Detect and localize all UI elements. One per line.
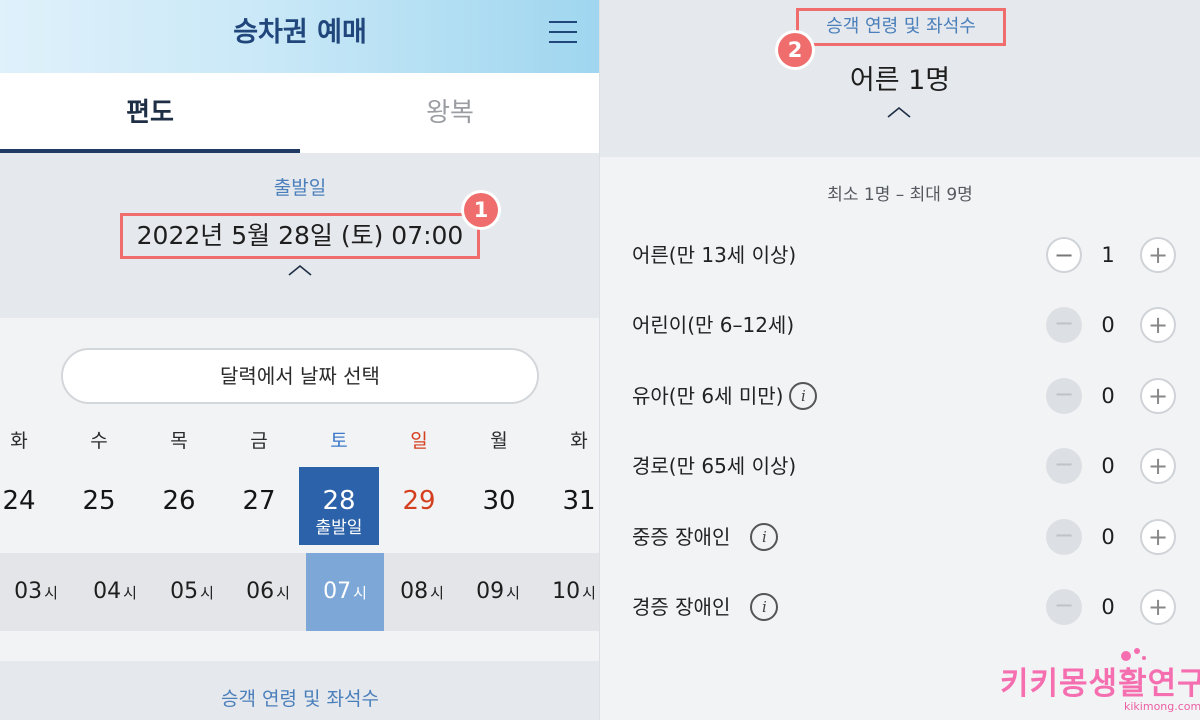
decrement-button[interactable]: − bbox=[1046, 237, 1082, 273]
passenger-type-child: 어린이(만 6–12세) bbox=[632, 313, 795, 337]
passenger-summary: 어른 1명 bbox=[849, 65, 951, 96]
passenger-count: 0 bbox=[1101, 384, 1115, 408]
hour-option[interactable]: 03 시 bbox=[0, 553, 75, 631]
page-title: 승차권 예매 bbox=[233, 17, 367, 48]
tab-one-way[interactable]: 편도 bbox=[0, 73, 300, 153]
decrement-button-disabled[interactable]: − bbox=[1046, 307, 1082, 343]
increment-button[interactable]: + bbox=[1140, 307, 1176, 343]
passenger-count: 0 bbox=[1101, 525, 1115, 549]
calendar-day-sunday[interactable]: 29 bbox=[379, 486, 459, 516]
passenger-type-infant: 유아(만 6세 미만) i bbox=[632, 376, 818, 416]
weekday-label: 화 bbox=[10, 430, 28, 452]
decrement-button-disabled[interactable]: − bbox=[1046, 448, 1082, 484]
departure-day-tag: 출발일 bbox=[315, 518, 363, 538]
chevron-up-icon[interactable] bbox=[887, 106, 911, 118]
increment-button[interactable]: + bbox=[1140, 378, 1176, 414]
increment-button[interactable]: + bbox=[1140, 519, 1176, 555]
increment-button[interactable]: + bbox=[1140, 589, 1176, 625]
weekday-label: 목 bbox=[170, 430, 188, 452]
hour-option[interactable]: 08 시 bbox=[383, 553, 461, 631]
departure-datetime[interactable]: 2022년 5월 28일 (토) 07:00 bbox=[120, 213, 480, 259]
weekday-label: 화 bbox=[570, 430, 588, 452]
chevron-up-icon[interactable] bbox=[288, 264, 312, 276]
weekday-label: 수 bbox=[90, 430, 108, 452]
watermark-text: 키키몽생활연구소 bbox=[1000, 666, 1200, 702]
passenger-panel: 승객 연령 및 좌석수 2 어른 1명 최소 1명 – 최대 9명 어른(만 1… bbox=[600, 0, 1200, 720]
passenger-count: 0 bbox=[1101, 454, 1115, 478]
decrement-button-disabled[interactable]: − bbox=[1046, 589, 1082, 625]
passenger-section-label[interactable]: 승객 연령 및 좌석수 bbox=[0, 684, 600, 711]
passenger-type-senior: 경로(만 65세 이상) bbox=[632, 454, 797, 478]
hour-option[interactable]: 06 시 bbox=[229, 553, 307, 631]
increment-button[interactable]: + bbox=[1140, 448, 1176, 484]
trip-type-tabs: 편도 왕복 bbox=[0, 73, 600, 153]
weekday-label: 금 bbox=[250, 430, 268, 452]
calendar-day[interactable]: 31 bbox=[539, 486, 600, 516]
passenger-count: 0 bbox=[1101, 313, 1115, 337]
calendar-day[interactable]: 27 bbox=[219, 486, 299, 516]
calendar-day[interactable]: 26 bbox=[139, 486, 219, 516]
decrement-button-disabled[interactable]: − bbox=[1046, 378, 1082, 414]
hour-option[interactable]: 04 시 bbox=[76, 553, 154, 631]
watermark-url: kikimong.com bbox=[1124, 700, 1200, 713]
increment-button[interactable]: + bbox=[1140, 237, 1176, 273]
booking-panel: 승차권 예매 편도 왕복 출발일 2022년 5월 28일 (토) 07:00 … bbox=[0, 0, 600, 720]
passenger-type-adult: 어른(만 13세 이상) bbox=[632, 243, 797, 267]
info-icon[interactable]: i bbox=[750, 592, 779, 621]
hour-option[interactable]: 09 시 bbox=[459, 553, 537, 631]
tab-round-trip[interactable]: 왕복 bbox=[300, 73, 600, 153]
calendar-day[interactable]: 25 bbox=[59, 486, 139, 516]
calendar-day[interactable]: 30 bbox=[459, 486, 539, 516]
passenger-range-note: 최소 1명 – 최대 9명 bbox=[827, 185, 973, 205]
passenger-type-mild-disability: 경증 장애인 i bbox=[632, 587, 779, 627]
header-bar: 승차권 예매 bbox=[0, 0, 600, 73]
decrement-button-disabled[interactable]: − bbox=[1046, 519, 1082, 555]
weekday-label-saturday: 토 bbox=[330, 430, 348, 452]
departure-label: 출발일 bbox=[273, 177, 327, 199]
spacer bbox=[0, 631, 600, 661]
hamburger-menu-icon[interactable] bbox=[549, 19, 577, 45]
hour-option[interactable]: 05 시 bbox=[153, 553, 231, 631]
step-badge-1: 1 bbox=[464, 193, 498, 227]
weekday-label-sunday: 일 bbox=[410, 430, 428, 452]
calendar-select-button[interactable]: 달력에서 날짜 선택 bbox=[61, 348, 539, 404]
calendar-day-selected[interactable]: 28 출발일 bbox=[299, 467, 379, 545]
passenger-count: 1 bbox=[1101, 243, 1115, 267]
passenger-type-severe-disability: 중증 장애인 i bbox=[632, 517, 779, 557]
hour-option[interactable]: 10 시 bbox=[535, 553, 600, 631]
weekday-label: 월 bbox=[490, 430, 508, 452]
passenger-section-title: 승객 연령 및 좌석수 bbox=[796, 8, 1006, 46]
calendar-day[interactable]: 24 bbox=[0, 486, 59, 516]
watermark-logo: 키키몽생활연구소 kikimong.com bbox=[1000, 630, 1200, 718]
info-icon[interactable]: i bbox=[789, 381, 818, 410]
passenger-count: 0 bbox=[1101, 595, 1115, 619]
hour-option-selected[interactable]: 07 시 bbox=[306, 553, 384, 631]
info-icon[interactable]: i bbox=[750, 522, 779, 551]
